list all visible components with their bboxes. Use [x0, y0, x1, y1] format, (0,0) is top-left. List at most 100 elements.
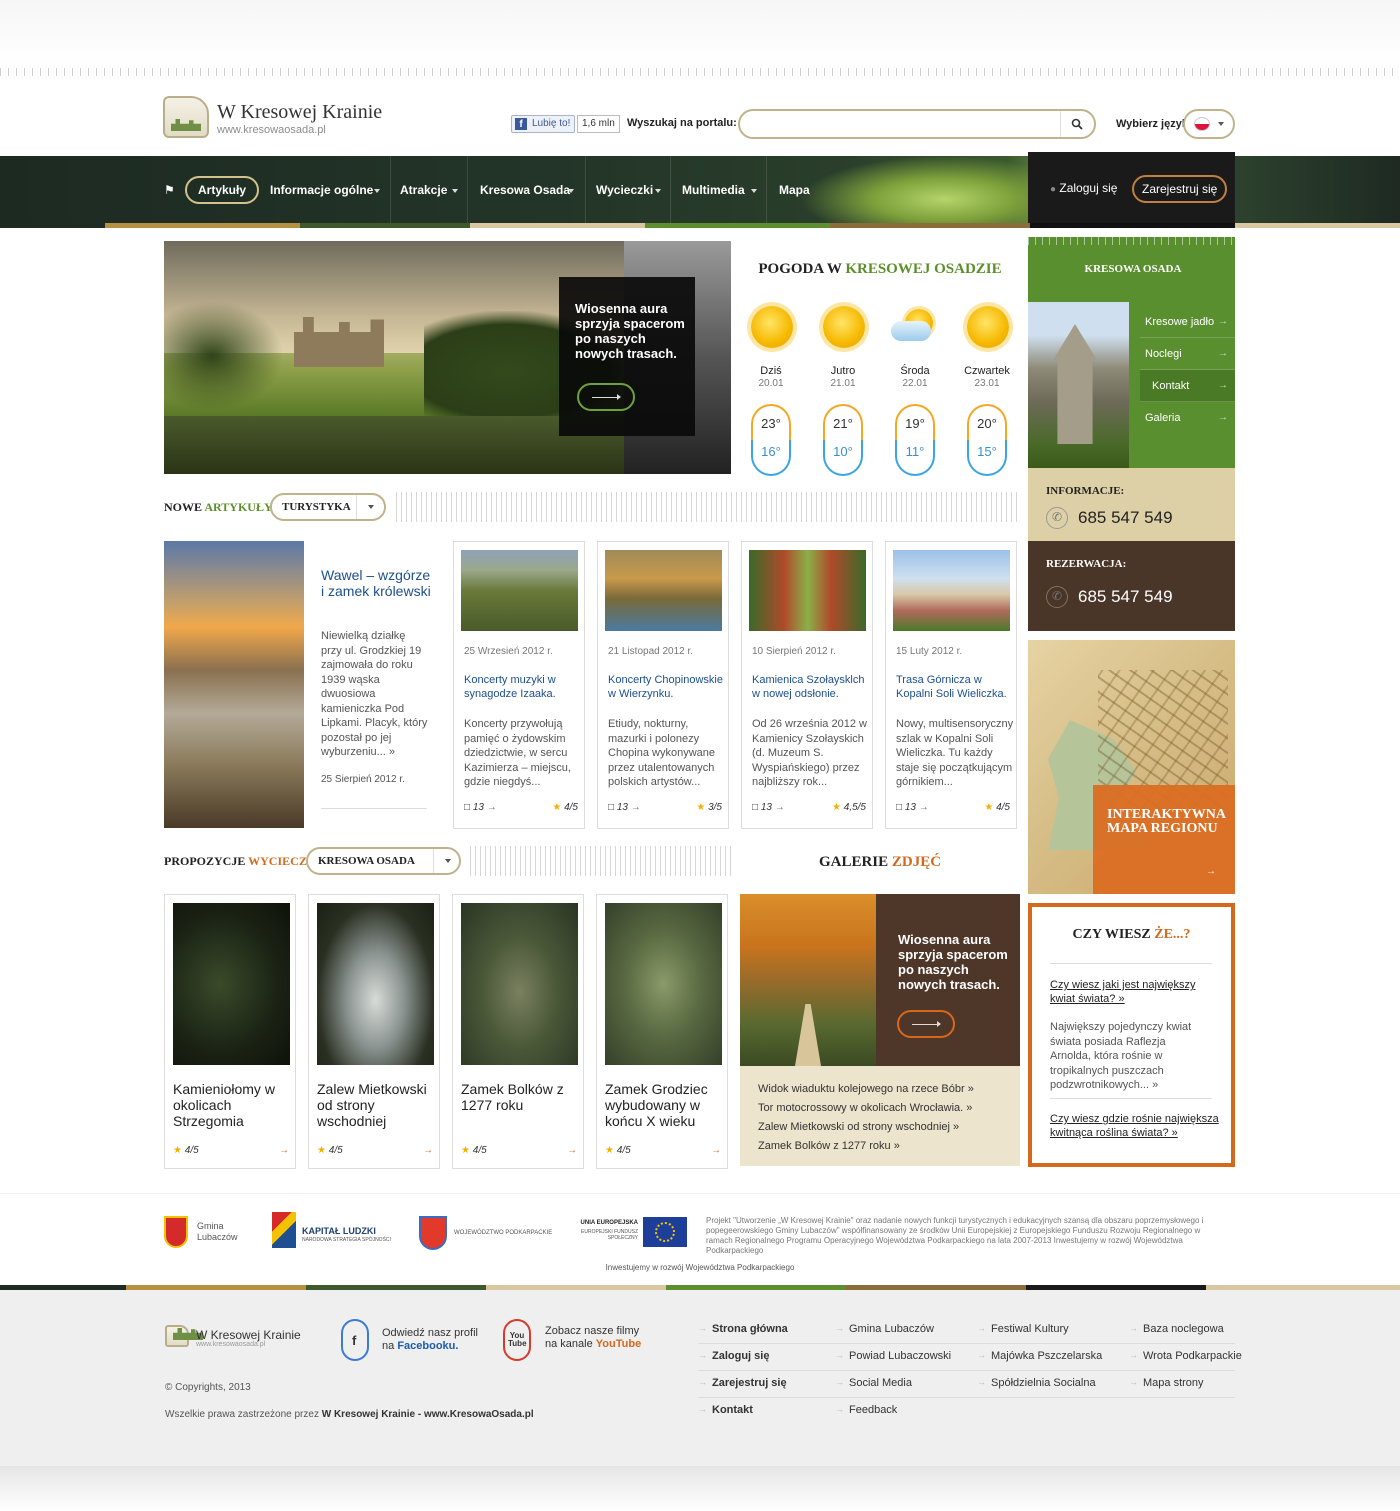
footer-link[interactable]: Wrota Podkarpackie [1129, 1350, 1242, 1362]
footer-link[interactable]: Powiad Lubaczowski [835, 1350, 951, 1362]
site-url: www.kresowaosada.pl [217, 124, 326, 136]
footer-logo-icon[interactable] [165, 1325, 189, 1347]
footer-link[interactable]: Majówka Pszczelarska [977, 1350, 1102, 1362]
arrow-right-icon[interactable]: → [711, 1145, 721, 1156]
article-title[interactable]: Koncerty Chopinowskie w Wierzynku. [608, 673, 724, 701]
search-button[interactable] [1060, 111, 1094, 137]
hero-more-button[interactable] [577, 383, 635, 411]
yt-text: Zobacz nasze filmy [545, 1325, 640, 1337]
info-phone[interactable]: 685 547 549 [1078, 508, 1173, 528]
trip-card[interactable]: Zamek Grodziec wybudowany w końcu X wiek… [596, 894, 728, 1169]
rating-scale: /5 [857, 802, 866, 813]
logo-icon[interactable] [163, 96, 209, 138]
nav-item-kresowa-osada[interactable]: Kresowa Osada [480, 176, 578, 204]
gallery-image[interactable] [740, 894, 876, 1066]
trip-card[interactable]: Kamieniołomy w okolicach Strzegomia ★ 4/… [164, 894, 296, 1169]
home-icon[interactable]: ⚑ [164, 183, 175, 197]
arrow-right-icon[interactable]: → [423, 1145, 433, 1156]
rights-prefix: Wszelkie prawa zastrzeżone przez [165, 1409, 319, 1420]
footer-link[interactable]: Social Media [835, 1377, 912, 1389]
sidebar-link-gallery[interactable]: Galeria → [1140, 402, 1235, 434]
arrow-right-icon[interactable]: → [919, 802, 929, 813]
language-select[interactable] [1183, 109, 1235, 139]
nav-item-multimedia[interactable]: Multimedia [682, 176, 758, 204]
sun-icon [751, 306, 793, 348]
article-card[interactable]: 15 Luty 2012 r. Trasa Górnicza w Kopalni… [885, 541, 1017, 829]
login-link[interactable]: ● Zaloguj się [1050, 181, 1117, 195]
featured-article-image[interactable] [164, 541, 304, 828]
arrow-right-icon[interactable]: → [487, 802, 497, 813]
youtube-icon[interactable]: You Tube [503, 1319, 531, 1361]
article-image[interactable] [461, 550, 578, 631]
nav-item-map[interactable]: Mapa [779, 176, 810, 204]
facebook-icon[interactable]: f [341, 1319, 369, 1361]
arrow-right-icon[interactable]: → [279, 1145, 289, 1156]
nav-item-general-info[interactable]: Informacje ogólne [270, 176, 380, 204]
fb-bold: Facebooku. [397, 1340, 459, 1352]
footer-link[interactable]: Mapa strony [1129, 1377, 1203, 1389]
article-card[interactable]: 21 Listopad 2012 r. Koncerty Chopinowski… [597, 541, 729, 829]
trip-image[interactable] [173, 903, 290, 1065]
footer-link[interactable]: Strona główna [698, 1323, 788, 1335]
trips-category-dropdown[interactable]: KRESOWA OSADA [306, 847, 461, 875]
map-banner-text[interactable]: INTERAKTYWNA MAPA REGIONU [1107, 808, 1237, 836]
gallery-link[interactable]: Widok wiaduktu kolejowego na rzece Bóbr … [758, 1083, 974, 1095]
trip-image[interactable] [317, 903, 434, 1065]
nav-item-attractions[interactable]: Atrakcje [400, 176, 460, 204]
arrow-right-icon[interactable]: → [775, 802, 785, 813]
footer-link[interactable]: Zarejestruj się [698, 1377, 787, 1389]
trip-card[interactable]: Zamek Bolków z 1277 roku ★ 4/5 → [452, 894, 584, 1169]
login-label: Zaloguj się [1059, 181, 1118, 195]
arrow-right-icon[interactable]: → [1206, 866, 1216, 877]
gallery-link[interactable]: Zalew Mietkowski od strony wschodniej » [758, 1121, 959, 1133]
reservation-phone[interactable]: 685 547 549 [1078, 587, 1173, 607]
trip-title[interactable]: Zamek Grodziec wybudowany w końcu X wiek… [605, 1081, 725, 1129]
article-date: 10 Sierpień 2012 r. [752, 646, 836, 657]
article-title[interactable]: Kamienica Szołaysklch w nowej odsłonie. [752, 673, 868, 701]
footer-link[interactable]: Festiwal Kultury [977, 1323, 1069, 1335]
article-image[interactable] [893, 550, 1010, 631]
article-image[interactable] [605, 550, 722, 631]
site-title[interactable]: W Kresowej Krainie [217, 101, 382, 124]
footer-site-title[interactable]: W Kresowej Krainie [196, 1328, 301, 1342]
article-card[interactable]: 10 Sierpień 2012 r. Kamienica Szołaysklc… [741, 541, 873, 829]
gallery-link[interactable]: Zamek Bolków z 1277 roku » [758, 1140, 900, 1152]
register-button[interactable]: Zarejestruj się [1132, 175, 1228, 203]
facebook-link[interactable]: Odwiedź nasz profil na Facebooku. [382, 1327, 478, 1353]
trip-title[interactable]: Zalew Mietkowski od strony wschodniej [317, 1081, 437, 1129]
article-title[interactable]: Trasa Górnicza w Kopalni Soli Wieliczka. [896, 673, 1012, 701]
arrow-right-icon[interactable]: → [567, 1145, 577, 1156]
sidebar-link-contact[interactable]: Kontakt → [1140, 370, 1235, 402]
featured-article-title[interactable]: Wawel – wzgórze i zamek królewski [321, 567, 431, 599]
weather-day: Środa [900, 365, 930, 377]
articles-category-dropdown[interactable]: TURYSTYKA [270, 493, 386, 521]
trip-title[interactable]: Zamek Bolków z 1277 roku [461, 1081, 581, 1113]
footer-link[interactable]: Spółdzielnia Socialna [977, 1377, 1096, 1389]
footer-link[interactable]: Kontakt [698, 1404, 753, 1416]
sidebar-link-food[interactable]: Kresowe jadło → [1140, 306, 1235, 338]
footer-link[interactable]: Feedback [835, 1404, 897, 1416]
sidebar-link-lodging[interactable]: Noclegi → [1140, 338, 1235, 370]
article-card[interactable]: 25 Wrzesień 2012 r. Koncerty muzyki w sy… [453, 541, 585, 829]
did-you-know-question[interactable]: Czy wiesz gdzie rośnie największa kwitną… [1050, 1112, 1220, 1140]
trip-title[interactable]: Kamieniołomy w okolicach Strzegomia [173, 1081, 293, 1129]
trip-card[interactable]: Zalew Mietkowski od strony wschodniej ★ … [308, 894, 440, 1169]
trip-image[interactable] [461, 903, 578, 1065]
footer-link[interactable]: Gmina Lubaczów [835, 1323, 934, 1335]
trip-image[interactable] [605, 903, 722, 1065]
article-title[interactable]: Koncerty muzyki w synagodze Izaaka. [464, 673, 580, 701]
article-date: 15 Luty 2012 r. [896, 646, 963, 657]
gallery-more-button[interactable] [897, 1010, 955, 1038]
did-you-know-question[interactable]: Czy wiesz jaki jest największy kwiat świ… [1050, 978, 1220, 1006]
rights-bold: W Kresowej Krainie - www.KresowaOsada.pl [321, 1409, 534, 1420]
facebook-like-button[interactable]: Lubię to! [511, 115, 576, 133]
youtube-link[interactable]: Zobacz nasze filmy na kanale YouTube [545, 1325, 641, 1351]
search-input[interactable] [738, 109, 1096, 139]
footer-link[interactable]: Zaloguj się [698, 1350, 770, 1362]
footer-link[interactable]: Baza noclegowa [1129, 1323, 1224, 1335]
gallery-link[interactable]: Tor motocrossowy w okolicach Wrocławia. … [758, 1102, 972, 1114]
nav-item-articles[interactable]: Artykuły [185, 176, 260, 204]
arrow-right-icon[interactable]: → [631, 802, 641, 813]
nav-item-trips[interactable]: Wycieczki [596, 176, 662, 204]
article-image[interactable] [749, 550, 866, 631]
